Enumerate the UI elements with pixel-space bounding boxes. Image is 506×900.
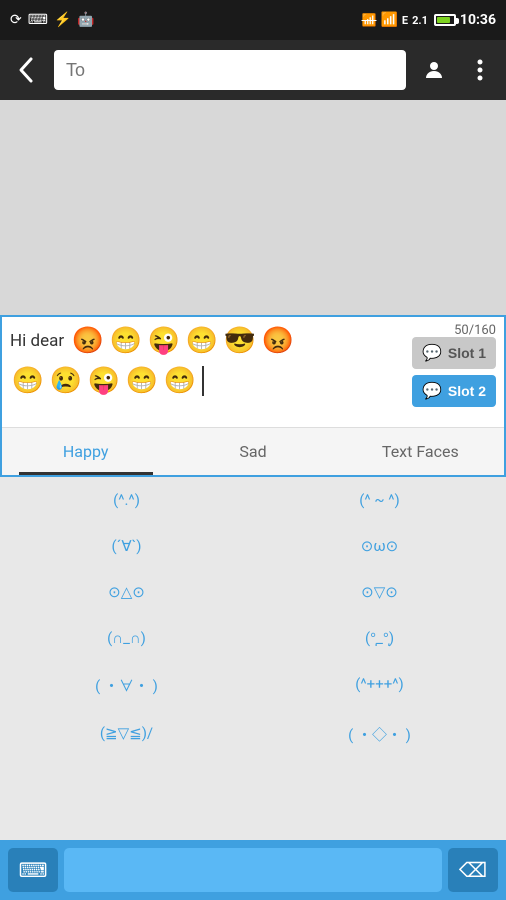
emoji-7: 😁 [10, 363, 46, 399]
face-1-left[interactable]: (^.^) [0, 477, 253, 523]
composer-area: Hi dear 😡 😁 😜 😁 😎 😡 😁 😢 😜 😁 😁 50/160 💬 [0, 315, 506, 477]
tab-text-faces-label: Text Faces [382, 442, 459, 461]
face-3-left[interactable]: ⊙△⊙ [0, 569, 253, 615]
time-display: 10:36 [460, 12, 496, 28]
emoji-10: 😁 [124, 363, 160, 399]
emoji-6: 😡 [260, 323, 296, 359]
emoji-3: 😜 [146, 323, 182, 359]
face-4-left[interactable]: (∩_∩) [0, 615, 253, 661]
emoji-message-box[interactable]: Hi dear 😡 😁 😜 😁 😎 😡 😁 😢 😜 😁 😁 50/160 💬 [2, 317, 504, 427]
message-text: Hi dear [10, 331, 64, 351]
char-count: 50/160 [454, 323, 496, 338]
face-1-right[interactable]: (^ ~ ^) [253, 477, 506, 523]
contact-picker-button[interactable] [416, 52, 452, 88]
android-head-icon: 🤖 [77, 12, 94, 28]
spacebar-button[interactable] [64, 848, 442, 892]
delete-button[interactable]: ⌫ [448, 848, 498, 892]
emoji-9: 😜 [86, 363, 122, 399]
status-right: 📶 📶 E 2.1 10:36 [362, 12, 496, 28]
face-2-right[interactable]: ⊙ω⊙ [253, 523, 506, 569]
wifi-icon: 📶 [380, 12, 397, 28]
slot-1-label: Slot 1 [448, 345, 486, 361]
tab-happy[interactable]: Happy [2, 428, 169, 475]
top-nav-bar [0, 40, 506, 100]
more-options-button[interactable] [462, 52, 498, 88]
network-icon: 2.1 [412, 14, 428, 27]
face-2-left[interactable]: (´∀`) [0, 523, 253, 569]
emoji-2: 😁 [108, 323, 144, 359]
face-4-right[interactable]: (°̩̩_°̩̩) [253, 615, 506, 661]
message-area [0, 100, 506, 315]
status-icons: ⟳ ⌨ ⚡ 🤖 [10, 12, 95, 28]
emoji-1: 😡 [70, 323, 106, 359]
face-5-left[interactable]: ( ・∀・ ) [0, 661, 253, 710]
face-6-left[interactable]: (≧▽≦)/ [0, 710, 253, 759]
keyboard-icon: ⌨ [19, 858, 48, 883]
face-3-right[interactable]: ⊙▽⊙ [253, 569, 506, 615]
emoji-4: 😁 [184, 323, 220, 359]
back-button[interactable] [8, 52, 44, 88]
status-bar: ⟳ ⌨ ⚡ 🤖 📶 📶 E 2.1 10:36 [0, 0, 506, 40]
face-5-right[interactable]: (^+++^) [253, 661, 506, 710]
emoji-tabs: Happy Sad Text Faces [2, 427, 504, 475]
slot-2-button[interactable]: 💬 Slot 2 [412, 375, 496, 407]
emoji-11: 😁 [162, 363, 198, 399]
delete-icon: ⌫ [459, 858, 487, 883]
signal-off-icon: 📶 [362, 13, 377, 27]
slot-2-icon: 💬 [422, 381, 442, 401]
slot-1-icon: 💬 [422, 343, 442, 363]
tab-happy-label: Happy [63, 442, 109, 461]
data-icon: E [402, 14, 408, 27]
emoji-line-2: 😁 😢 😜 😁 😁 [10, 363, 406, 399]
to-input[interactable] [54, 50, 406, 90]
keyboard-toggle-button[interactable]: ⌨ [8, 848, 58, 892]
slot-1-button[interactable]: 💬 Slot 1 [412, 337, 496, 369]
text-cursor [202, 366, 204, 396]
tab-sad-label: Sad [239, 442, 266, 461]
android-icon: ⟳ [10, 12, 22, 28]
tab-sad[interactable]: Sad [169, 428, 336, 475]
tab-text-faces[interactable]: Text Faces [337, 428, 504, 475]
emoji-line-1: Hi dear 😡 😁 😜 😁 😎 😡 [10, 323, 406, 359]
usb-icon: ⚡ [54, 12, 71, 28]
faces-grid: (^.^) (^ ~ ^) (´∀`) ⊙ω⊙ ⊙△⊙ ⊙▽⊙ (∩_∩) (°… [0, 477, 506, 759]
slot-2-label: Slot 2 [448, 383, 486, 399]
emoji-5: 😎 [222, 323, 258, 359]
emoji-text-content: Hi dear 😡 😁 😜 😁 😎 😡 😁 😢 😜 😁 😁 [10, 323, 406, 421]
bottom-keyboard-bar: ⌨ ⌫ [0, 840, 506, 900]
face-6-right[interactable]: ( ・◇・ ) [253, 710, 506, 759]
battery-icon [434, 14, 456, 26]
text-faces-area: (^.^) (^ ~ ^) (´∀`) ⊙ω⊙ ⊙△⊙ ⊙▽⊙ (∩_∩) (°… [0, 477, 506, 759]
emoji-8: 😢 [48, 363, 84, 399]
keyboard-icon: ⌨ [28, 12, 48, 28]
